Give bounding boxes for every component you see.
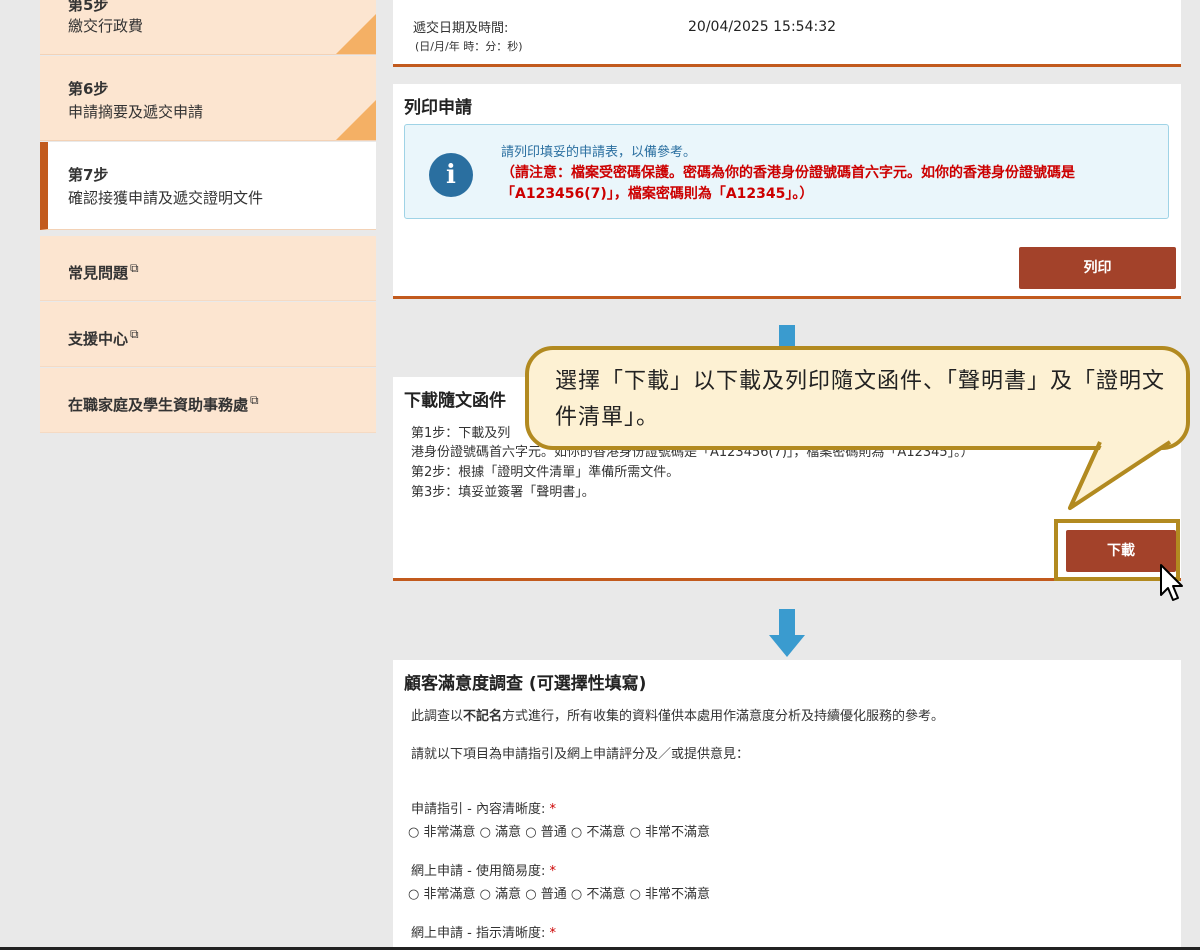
survey-instruction: 請就以下項目為申請指引及網上申請評分及／或提供意見： xyxy=(411,747,750,762)
question-1: 申請指引 - 內容清晰度: * xyxy=(411,800,556,819)
option-label: 非常不滿意 xyxy=(645,887,711,902)
radio-option[interactable]: ○ 非常滿意 xyxy=(408,887,476,902)
sidebar-step-7[interactable]: 第7步 確認接獲申請及遞交證明文件 xyxy=(40,142,376,230)
option-label: 不滿意 xyxy=(586,887,626,902)
radio-option[interactable]: ○ 不滿意 xyxy=(571,887,626,902)
question-label: 網上申請 - 使用簡易度: xyxy=(411,864,546,879)
download-step-1: 第1步：下載及列 xyxy=(411,426,511,441)
option-label: 不滿意 xyxy=(586,825,626,840)
password-warning: （請注意：檔案受密碼保護。密碼為你的香港身份證號碼首六字元。如你的香港身份證號碼… xyxy=(501,165,1075,202)
step-label: 繳交行政費 xyxy=(68,17,144,35)
download-step-2: 第2步：根據「證明文件清單」準備所需文件。 xyxy=(411,465,680,480)
question-1-options: ○ 非常滿意 ○ 滿意 ○ 普通 ○ 不滿意 ○ 非常不滿意 xyxy=(408,821,710,840)
link-label: 常見問題 xyxy=(68,264,129,282)
submission-label: 遞交日期及時間: xyxy=(413,21,509,36)
question-2: 網上申請 - 使用簡易度: * xyxy=(411,862,556,881)
question-label: 網上申請 - 指示清晰度: xyxy=(411,926,546,941)
intro-text: 方式進行，所有收集的資料僅供本處用作滿意度分析及持續優化服務的參考。 xyxy=(502,709,945,724)
download-step-3: 第3步：填妥並簽署「聲明書」。 xyxy=(411,485,595,500)
required-marker: * xyxy=(549,864,556,879)
radio-option[interactable]: ○ 普通 xyxy=(525,825,567,840)
submission-format: (日/月/年 時：分：秒) xyxy=(415,40,523,53)
checkmark-icon: ✓ xyxy=(336,14,412,54)
required-marker: * xyxy=(549,926,556,941)
option-label: 普通 xyxy=(540,887,567,902)
sidebar-link-wfsfaa[interactable]: 在職家庭及學生資助事務處 ⧉ xyxy=(40,368,376,433)
print-button[interactable]: 列印 xyxy=(1019,247,1176,289)
link-label: 支援中心 xyxy=(68,330,129,348)
question-3: 網上申請 - 指示清晰度: * xyxy=(411,924,556,943)
print-title: 列印申請 xyxy=(404,98,472,118)
option-label: 滿意 xyxy=(495,887,522,902)
step-number: 第7步 xyxy=(68,166,109,184)
mouse-cursor-icon xyxy=(1160,564,1183,601)
sidebar-link-faq[interactable]: 常見問題 ⧉ xyxy=(40,236,376,301)
link-label: 在職家庭及學生資助事務處 xyxy=(68,396,249,414)
external-link-icon: ⧉ xyxy=(130,261,139,275)
sidebar-step-6[interactable]: 第6步 申請摘要及遞交申請 ✓ xyxy=(40,56,412,141)
radio-option[interactable]: ○ 滿意 xyxy=(480,887,522,902)
option-label: 普通 xyxy=(540,825,567,840)
submission-datetime: 20/04/2025 15:54:32 xyxy=(688,19,837,35)
radio-option[interactable]: ○ 非常滿意 xyxy=(408,825,476,840)
radio-option[interactable]: ○ 不滿意 xyxy=(571,825,626,840)
external-link-icon: ⧉ xyxy=(130,327,139,341)
step-number: 第5步 xyxy=(68,0,109,14)
submission-panel: 遞交日期及時間: (日/月/年 時：分：秒) 20/04/2025 15:54:… xyxy=(393,0,1181,67)
arrow-down-icon xyxy=(769,609,805,657)
callout-tail-fill xyxy=(1068,440,1172,510)
question-label: 申請指引 - 內容清晰度: xyxy=(411,802,546,817)
survey-panel: 顧客滿意度調查 (可選擇性填寫) 此調查以不記名方式進行，所有收集的資料僅供本處… xyxy=(393,660,1181,950)
checkmark-icon: ✓ xyxy=(336,100,412,140)
intro-text: 此調查以 xyxy=(411,709,464,724)
option-label: 非常滿意 xyxy=(423,825,476,840)
step-number: 第6步 xyxy=(68,80,109,98)
info-icon: i xyxy=(429,153,473,197)
required-marker: * xyxy=(549,802,556,817)
radio-option[interactable]: ○ 非常不滿意 xyxy=(630,825,711,840)
print-panel: 列印申請 i 請列印填妥的申請表，以備參考。 （請注意：檔案受密碼保護。密碼為你… xyxy=(393,84,1181,299)
question-2-options: ○ 非常滿意 ○ 滿意 ○ 普通 ○ 不滿意 ○ 非常不滿意 xyxy=(408,883,710,902)
radio-option[interactable]: ○ 滿意 xyxy=(480,825,522,840)
step-label: 確認接獲申請及遞交證明文件 xyxy=(68,189,264,207)
instruction-callout: 選擇「下載」以下載及列印隨文函件、「聲明書」及「證明文件清單」。 xyxy=(525,346,1190,450)
option-label: 滿意 xyxy=(495,825,522,840)
external-link-icon: ⧉ xyxy=(250,393,259,407)
step-label: 申請摘要及遞交申請 xyxy=(68,103,204,121)
sidebar-link-support[interactable]: 支援中心 ⧉ xyxy=(40,302,376,367)
callout-text: 選擇「下載」以下載及列印隨文函件、「聲明書」及「證明文件清單」。 xyxy=(555,369,1166,430)
sidebar-step-5[interactable]: 第5步 繳交行政費 ✓ xyxy=(40,0,412,55)
radio-option[interactable]: ○ 非常不滿意 xyxy=(630,887,711,902)
survey-intro: 此調查以不記名方式進行，所有收集的資料僅供本處用作滿意度分析及持續優化服務的參考… xyxy=(411,707,944,726)
survey-title: 顧客滿意度調查 (可選擇性填寫) xyxy=(404,674,647,694)
print-info-text: 請列印填妥的申請表，以備參考。 xyxy=(501,145,697,160)
option-label: 非常不滿意 xyxy=(645,825,711,840)
radio-option[interactable]: ○ 普通 xyxy=(525,887,567,902)
option-label: 非常滿意 xyxy=(423,887,476,902)
password-info-box: i 請列印填妥的申請表，以備參考。 （請注意：檔案受密碼保護。密碼為你的香港身份… xyxy=(404,124,1169,219)
download-title: 下載隨文函件 xyxy=(404,391,506,411)
intro-bold-text: 不記名 xyxy=(463,709,503,724)
